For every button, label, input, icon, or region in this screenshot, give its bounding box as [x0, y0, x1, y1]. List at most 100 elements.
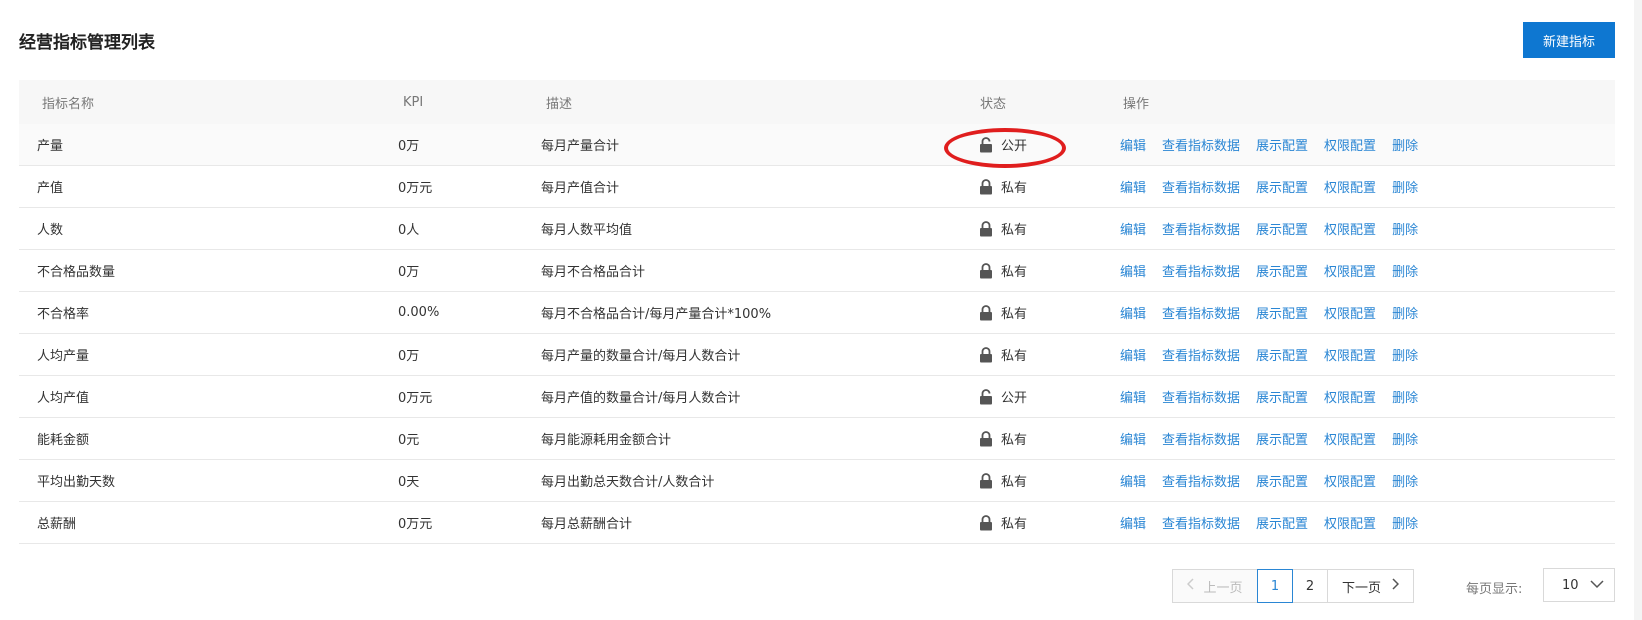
lock-icon — [979, 514, 993, 531]
cell-status: 私有 — [979, 261, 1027, 280]
view-data-link[interactable]: 查看指标数据 — [1162, 177, 1240, 196]
cell-status: 私有 — [979, 303, 1027, 322]
lock-icon — [979, 262, 993, 279]
permission-config-link[interactable]: 权限配置 — [1324, 513, 1376, 532]
cell-name: 产值 — [37, 181, 64, 196]
cell-kpi: 0元 — [398, 433, 420, 448]
status-label: 私有 — [1001, 223, 1028, 238]
view-data-link[interactable]: 查看指标数据 — [1162, 135, 1240, 154]
permission-config-link[interactable]: 权限配置 — [1324, 261, 1376, 280]
status-label: 私有 — [1001, 517, 1028, 532]
cell-name: 平均出勤天数 — [37, 475, 116, 490]
edit-link[interactable]: 编辑 — [1120, 513, 1146, 532]
permission-config-link[interactable]: 权限配置 — [1324, 471, 1376, 490]
table-row: 能耗金额 0元 每月能源耗用金额合计 私有 编辑 查看指标数据 展示配置 权限配置 删除 — [19, 418, 1615, 460]
cell-status: 私有 — [979, 513, 1027, 532]
display-config-link[interactable]: 展示配置 — [1256, 261, 1308, 280]
delete-link[interactable]: 删除 — [1392, 135, 1418, 154]
display-config-link[interactable]: 展示配置 — [1256, 219, 1308, 238]
cell-desc: 每月能源耗用金额合计 — [541, 433, 672, 448]
table-row: 人均产量 0万 每月产量的数量合计/每月人数合计 私有 编辑 查看指标数据 展示配置 权限配置… — [19, 334, 1615, 376]
view-data-link[interactable]: 查看指标数据 — [1162, 303, 1240, 322]
display-config-link[interactable]: 展示配置 — [1256, 387, 1308, 406]
status-label: 私有 — [1001, 181, 1028, 196]
edit-link[interactable]: 编辑 — [1120, 135, 1146, 154]
view-data-link[interactable]: 查看指标数据 — [1162, 513, 1240, 532]
display-config-link[interactable]: 展示配置 — [1256, 345, 1308, 364]
cell-kpi: 0万元 — [398, 517, 433, 532]
display-config-link[interactable]: 展示配置 — [1256, 471, 1308, 490]
edit-link[interactable]: 编辑 — [1120, 471, 1146, 490]
display-config-link[interactable]: 展示配置 — [1256, 429, 1308, 448]
cell-name: 不合格品数量 — [37, 265, 116, 280]
delete-link[interactable]: 删除 — [1392, 261, 1418, 280]
delete-link[interactable]: 删除 — [1392, 219, 1418, 238]
per-page-select[interactable]: 10 — [1543, 568, 1615, 602]
page-title: 经营指标管理列表 — [19, 33, 155, 53]
scrollbar-track[interactable] — [1634, 0, 1642, 620]
view-data-link[interactable]: 查看指标数据 — [1162, 345, 1240, 364]
prev-page-button[interactable]: 上一页 — [1172, 569, 1258, 603]
cell-operations: 编辑 查看指标数据 展示配置 权限配置 删除 — [1120, 261, 1418, 280]
column-header-ops: 操作 — [1123, 96, 1150, 112]
cell-desc: 每月出勤总天数合计/人数合计 — [541, 475, 715, 490]
delete-link[interactable]: 删除 — [1392, 429, 1418, 448]
lock-icon — [979, 430, 993, 447]
permission-config-link[interactable]: 权限配置 — [1324, 303, 1376, 322]
cell-status: 公开 — [979, 387, 1027, 406]
cell-operations: 编辑 查看指标数据 展示配置 权限配置 删除 — [1120, 177, 1418, 196]
display-config-link[interactable]: 展示配置 — [1256, 135, 1308, 154]
permission-config-link[interactable]: 权限配置 — [1324, 177, 1376, 196]
edit-link[interactable]: 编辑 — [1120, 261, 1146, 280]
new-indicator-button[interactable]: 新建指标 — [1523, 22, 1615, 58]
edit-link[interactable]: 编辑 — [1120, 177, 1146, 196]
permission-config-link[interactable]: 权限配置 — [1324, 429, 1376, 448]
cell-name: 人均产值 — [37, 391, 90, 406]
delete-link[interactable]: 删除 — [1392, 387, 1418, 406]
display-config-link[interactable]: 展示配置 — [1256, 177, 1308, 196]
permission-config-link[interactable]: 权限配置 — [1324, 345, 1376, 364]
view-data-link[interactable]: 查看指标数据 — [1162, 261, 1240, 280]
cell-kpi: 0天 — [398, 475, 420, 490]
delete-link[interactable]: 删除 — [1392, 345, 1418, 364]
page-2-button[interactable]: 2 — [1292, 569, 1328, 603]
display-config-link[interactable]: 展示配置 — [1256, 303, 1308, 322]
delete-link[interactable]: 删除 — [1392, 513, 1418, 532]
per-page-value: 10 — [1562, 577, 1579, 593]
view-data-link[interactable]: 查看指标数据 — [1162, 471, 1240, 490]
view-data-link[interactable]: 查看指标数据 — [1162, 429, 1240, 448]
next-page-button[interactable]: 下一页 — [1327, 569, 1414, 603]
table-row: 产值 0万元 每月产值合计 私有 编辑 查看指标数据 展示配置 权限配置 删除 — [19, 166, 1615, 208]
permission-config-link[interactable]: 权限配置 — [1324, 135, 1376, 154]
edit-link[interactable]: 编辑 — [1120, 303, 1146, 322]
edit-link[interactable]: 编辑 — [1120, 387, 1146, 406]
status-label: 公开 — [1001, 391, 1028, 406]
cell-operations: 编辑 查看指标数据 展示配置 权限配置 删除 — [1120, 135, 1418, 154]
edit-link[interactable]: 编辑 — [1120, 219, 1146, 238]
view-data-link[interactable]: 查看指标数据 — [1162, 219, 1240, 238]
status-label: 公开 — [1001, 139, 1028, 154]
display-config-link[interactable]: 展示配置 — [1256, 513, 1308, 532]
column-header-desc: 描述 — [546, 96, 573, 112]
cell-desc: 每月不合格品合计/每月产量合计*100% — [541, 307, 772, 322]
table-row: 人数 0人 每月人数平均值 私有 编辑 查看指标数据 展示配置 权限配置 删除 — [19, 208, 1615, 250]
chevron-left-icon — [1187, 578, 1195, 594]
delete-link[interactable]: 删除 — [1392, 177, 1418, 196]
delete-link[interactable]: 删除 — [1392, 471, 1418, 490]
page-1-button[interactable]: 1 — [1257, 569, 1293, 603]
cell-operations: 编辑 查看指标数据 展示配置 权限配置 删除 — [1120, 303, 1418, 322]
view-data-link[interactable]: 查看指标数据 — [1162, 387, 1240, 406]
cell-kpi: 0.00% — [398, 305, 440, 320]
delete-link[interactable]: 删除 — [1392, 303, 1418, 322]
edit-link[interactable]: 编辑 — [1120, 345, 1146, 364]
cell-name: 产量 — [37, 139, 64, 154]
table-row: 总薪酬 0万元 每月总薪酬合计 私有 编辑 查看指标数据 展示配置 权限配置 删除 — [19, 502, 1615, 544]
table-row: 产量 0万 每月产量合计 公开 编辑 查看指标数据 展示配置 权限配置 删除 — [19, 124, 1615, 166]
edit-link[interactable]: 编辑 — [1120, 429, 1146, 448]
cell-desc: 每月产量合计 — [541, 139, 620, 154]
cell-status: 私有 — [979, 429, 1027, 448]
cell-name: 人数 — [37, 223, 64, 238]
permission-config-link[interactable]: 权限配置 — [1324, 387, 1376, 406]
chevron-right-icon — [1391, 578, 1400, 594]
permission-config-link[interactable]: 权限配置 — [1324, 219, 1376, 238]
